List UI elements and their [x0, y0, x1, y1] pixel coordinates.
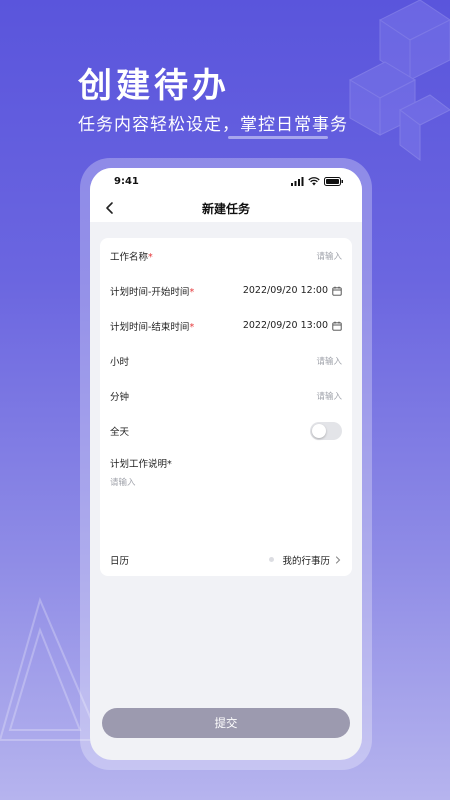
- start-time-value: 2022/09/20 12:00: [242, 285, 328, 296]
- status-icons: [291, 176, 344, 186]
- nav-bar: 新建任务: [90, 194, 362, 222]
- form-row-task-name[interactable]: 工作名称* 请输入: [110, 238, 342, 273]
- end-time-label: 计划时间-结束时间: [110, 321, 190, 333]
- all-day-toggle[interactable]: [310, 421, 342, 440]
- calendar-icon: [332, 286, 342, 296]
- battery-icon: [324, 176, 343, 186]
- start-time-picker[interactable]: 2022/09/20 12:00: [243, 285, 342, 296]
- required-mark: *: [189, 321, 195, 333]
- start-time-label: 计划时间-开始时间: [110, 286, 190, 298]
- chevron-right-icon: [335, 555, 341, 564]
- chevron-left-icon[interactable]: [102, 200, 118, 216]
- end-time-value: 2022/09/20 13:00: [242, 320, 328, 331]
- signal-icon: [291, 176, 304, 186]
- form-row-minutes[interactable]: 分钟 请输入: [110, 378, 342, 413]
- task-name-label-wrap: 工作名称*: [110, 249, 153, 263]
- submit-button[interactable]: 提交: [102, 708, 350, 738]
- calendar-icon: [332, 321, 342, 331]
- hero-underline: [228, 136, 328, 139]
- toggle-knob: [312, 423, 326, 438]
- task-name-input[interactable]: 请输入: [316, 250, 342, 262]
- hours-input[interactable]: 请输入: [316, 355, 342, 367]
- description-textarea[interactable]: 请输入: [110, 470, 342, 540]
- minutes-input[interactable]: 请输入: [316, 390, 342, 402]
- page-title: 新建任务: [201, 201, 250, 216]
- calendar-value: 我的行事历: [282, 555, 330, 567]
- required-mark: *: [189, 286, 195, 298]
- end-time-picker[interactable]: 2022/09/20 13:00: [243, 320, 342, 331]
- phone-mockup: 9:41 新建任务 工作名称* 请输入 计划时间-开始时间* 2022/09/2…: [80, 158, 372, 770]
- form-row-start-time[interactable]: 计划时间-开始时间* 2022/09/20 12:00: [110, 273, 342, 308]
- form-row-calendar[interactable]: 日历 我的行事历: [110, 542, 342, 577]
- start-time-label-wrap: 计划时间-开始时间*: [110, 284, 194, 298]
- calendar-selector[interactable]: 我的行事历: [269, 553, 342, 567]
- form-row-end-time[interactable]: 计划时间-结束时间* 2022/09/20 13:00: [110, 308, 342, 343]
- minutes-label: 分钟: [110, 391, 130, 403]
- status-time: 9:41: [114, 175, 139, 187]
- required-mark: *: [148, 251, 153, 263]
- calendar-label: 日历: [110, 555, 130, 567]
- hero-subtitle: 任务内容轻松设定，掌控日常事务: [78, 115, 348, 135]
- hero-title: 创建待办: [78, 66, 230, 106]
- wifi-icon: [308, 176, 320, 185]
- description-label-wrap: 计划工作说明*: [110, 448, 342, 470]
- description-label: 计划工作说明: [110, 459, 168, 470]
- all-day-label: 全天: [110, 426, 130, 438]
- form-row-hours[interactable]: 小时 请输入: [110, 343, 342, 378]
- end-time-label-wrap: 计划时间-结束时间*: [110, 319, 194, 333]
- required-mark: *: [167, 459, 172, 470]
- task-form: 工作名称* 请输入 计划时间-开始时间* 2022/09/20 12:00 计划…: [100, 238, 352, 576]
- task-name-label: 工作名称: [110, 251, 149, 263]
- hours-label: 小时: [110, 356, 130, 368]
- calendar-color-dot: [269, 557, 275, 562]
- form-row-all-day: 全天: [110, 413, 342, 448]
- phone-screen: 9:41 新建任务 工作名称* 请输入 计划时间-开始时间* 2022/09/2…: [90, 168, 362, 760]
- status-bar: 9:41: [90, 168, 362, 194]
